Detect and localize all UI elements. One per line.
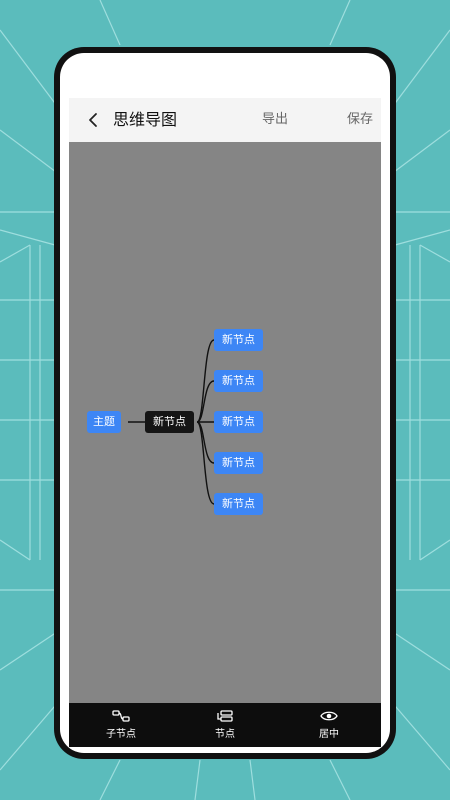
- mindmap-child-node[interactable]: 新节点: [214, 329, 263, 351]
- back-button[interactable]: [83, 109, 103, 131]
- mindmap-canvas[interactable]: 主题 新节点 新节点 新节点 新节点 新节点 新节点: [69, 142, 381, 703]
- chevron-left-icon: [89, 113, 97, 127]
- export-button[interactable]: 导出: [262, 98, 288, 142]
- mindmap-child-node[interactable]: 新节点: [214, 493, 263, 515]
- page-title: 思维导图: [113, 110, 178, 129]
- node-icon: [217, 710, 233, 722]
- phone-frame: 思维导图 导出 保存 主题 新节点 新节点 新节点 新节点 新节点 新节点 子节…: [54, 47, 396, 759]
- mindmap-center-node[interactable]: 新节点: [145, 411, 194, 433]
- add-child-node-label: 子节点: [106, 729, 136, 740]
- add-node-label: 节点: [215, 729, 235, 740]
- mindmap-root-node[interactable]: 主题: [87, 411, 121, 433]
- center-label: 居中: [319, 729, 339, 740]
- phone-screen: 思维导图 导出 保存 主题 新节点 新节点 新节点 新节点 新节点 新节点 子节…: [60, 53, 390, 753]
- header-bar: 思维导图 导出 保存: [69, 98, 381, 142]
- child-node-icon: [112, 710, 130, 722]
- mindmap-child-node[interactable]: 新节点: [214, 452, 263, 474]
- bottom-toolbar: 子节点 节点 居中: [69, 703, 381, 747]
- mindmap-child-node[interactable]: 新节点: [214, 370, 263, 392]
- center-button[interactable]: 居中: [277, 703, 381, 747]
- add-node-button[interactable]: 节点: [173, 703, 277, 747]
- eye-icon: [320, 711, 338, 721]
- add-child-node-button[interactable]: 子节点: [69, 703, 173, 747]
- mindmap-child-node[interactable]: 新节点: [214, 411, 263, 433]
- save-button[interactable]: 保存: [347, 98, 373, 142]
